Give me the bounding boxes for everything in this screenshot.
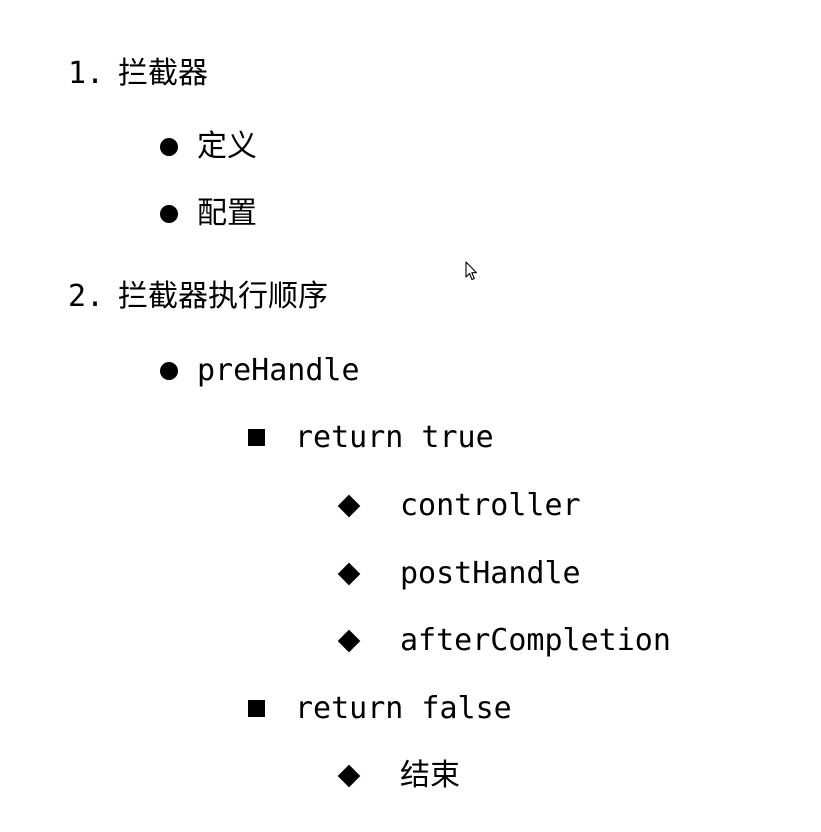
bullet-diamond-icon: [337, 764, 361, 788]
bullet-circle-icon: [160, 362, 178, 380]
section-1-number: 1.: [68, 56, 105, 91]
bullet-diamond-icon: [337, 562, 361, 586]
list-item-label: preHandle: [197, 353, 360, 388]
bullet-circle-icon: [160, 138, 178, 156]
list-item-label: 定义: [197, 129, 257, 164]
section-2-title: 拦截器执行顺序: [118, 279, 328, 314]
list-item-label: 配置: [197, 196, 257, 231]
list-item-label: 结束: [400, 758, 460, 793]
list-item-label: afterCompletion: [400, 623, 671, 658]
mouse-pointer-icon: [465, 261, 478, 281]
section-2-number: 2.: [68, 279, 105, 314]
list-item-label: return true: [295, 420, 494, 455]
list-item-label: return false: [295, 691, 512, 726]
list-item-label: controller: [400, 488, 581, 523]
bullet-diamond-icon: [337, 494, 361, 518]
section-1-title: 拦截器: [118, 56, 208, 91]
bullet-square-icon: [248, 700, 265, 717]
bullet-diamond-icon: [337, 629, 361, 653]
bullet-square-icon: [248, 429, 265, 446]
list-item-label: postHandle: [400, 556, 581, 591]
bullet-circle-icon: [160, 205, 178, 223]
